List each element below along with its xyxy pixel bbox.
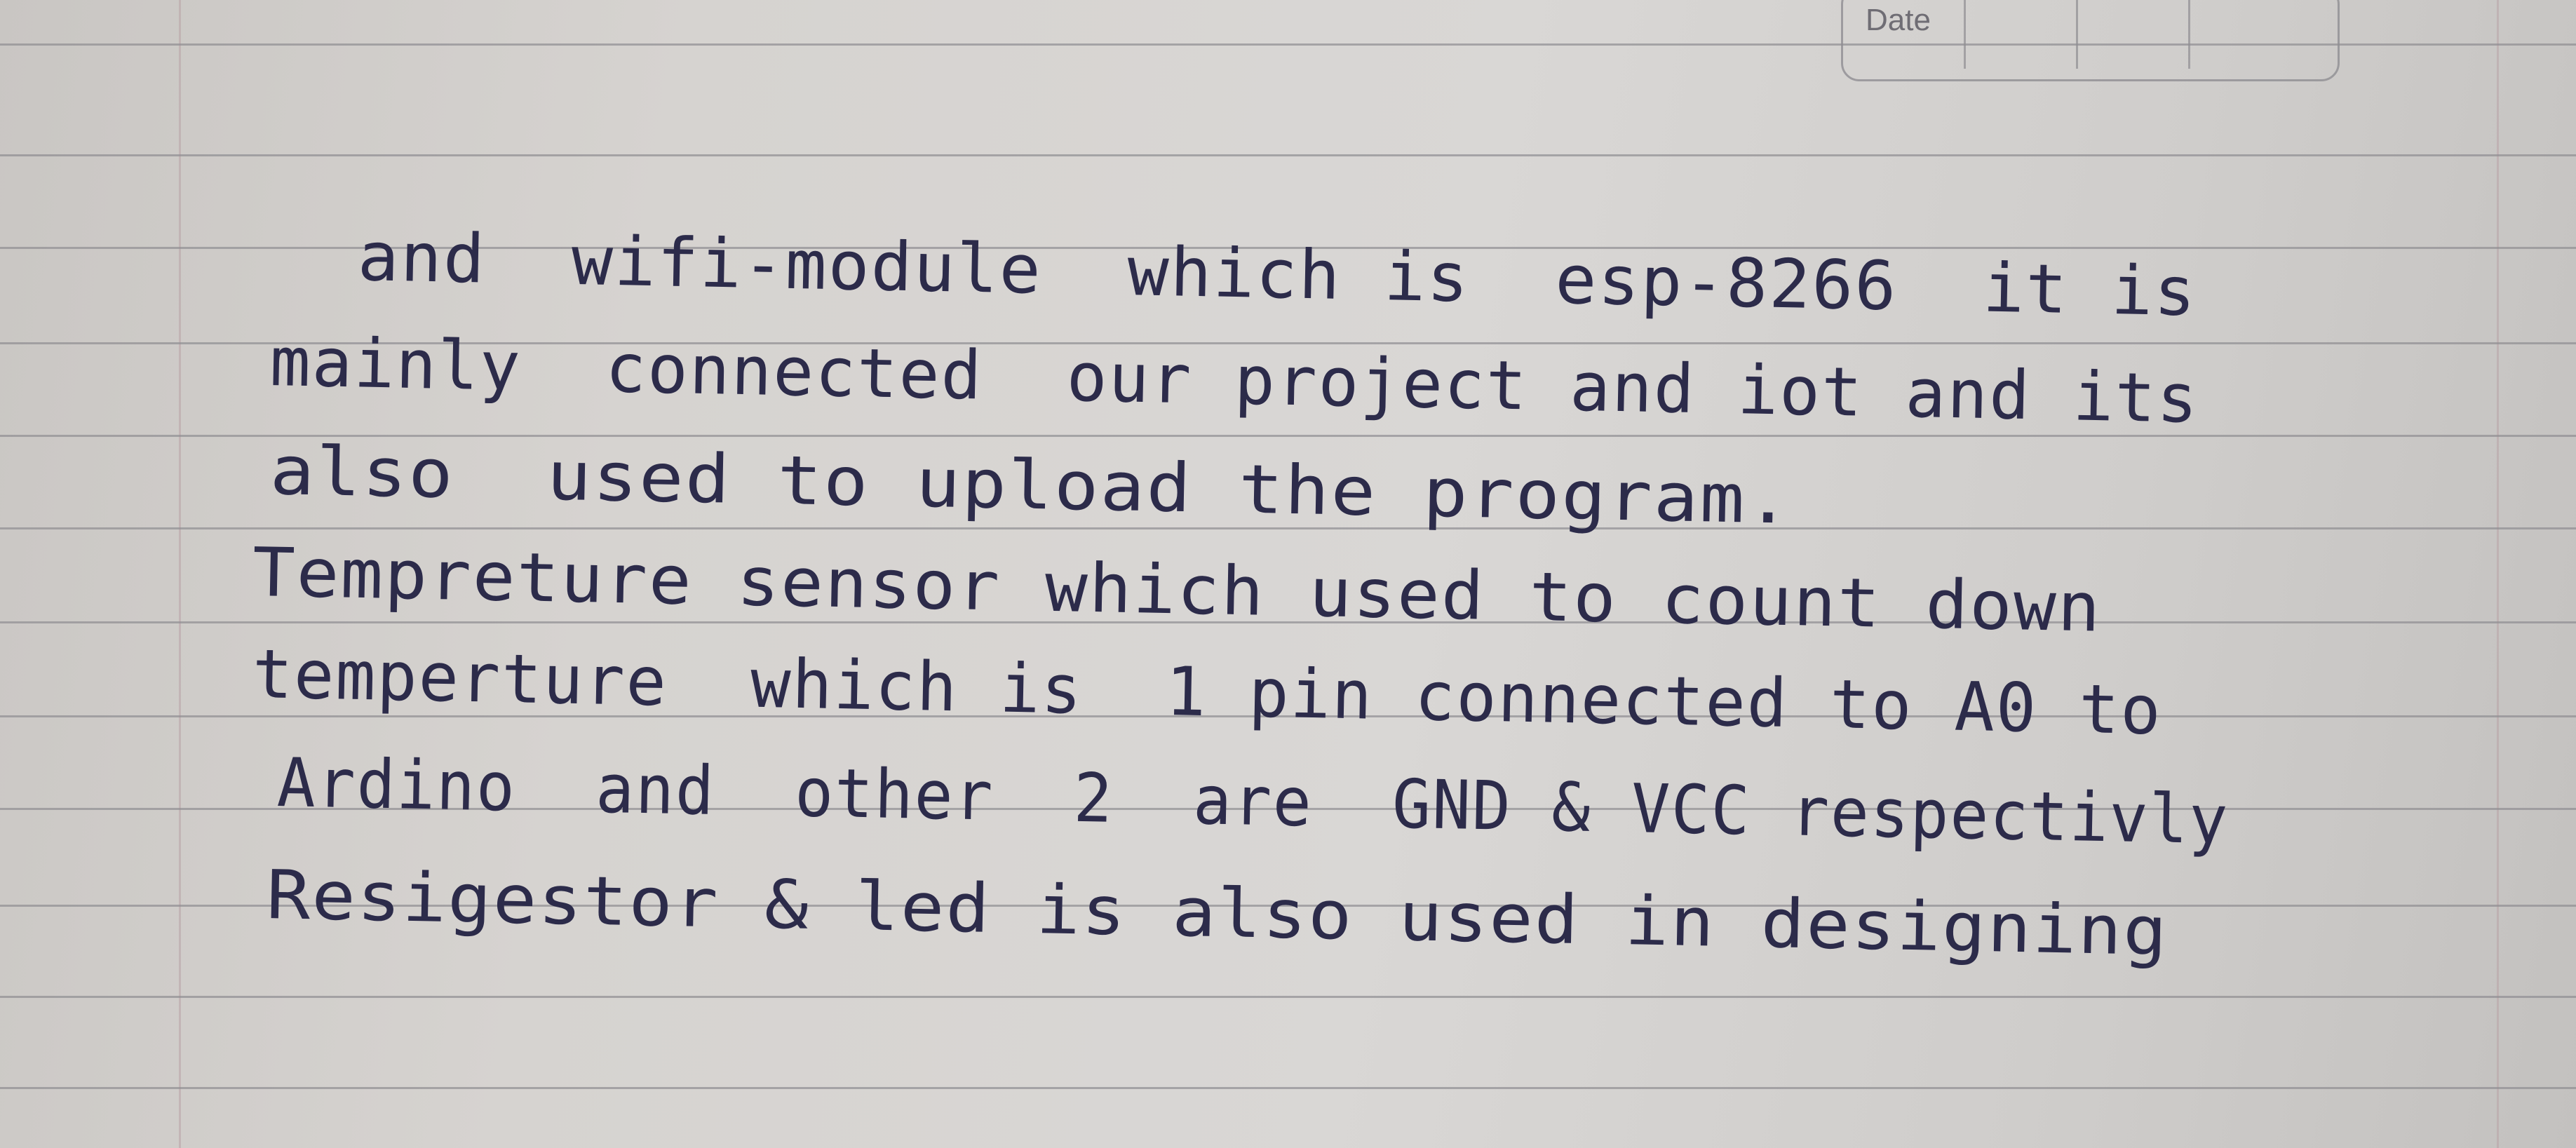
handwritten-line-1: and wifi-module which is esp-8266 it is <box>356 217 2198 332</box>
ruled-line <box>0 154 2576 156</box>
right-margin-line <box>2497 0 2499 1148</box>
handwritten-line-6: Ardino and other 2 are GND & VCC respect… <box>276 743 2230 860</box>
left-margin-line <box>179 0 181 1148</box>
date-box-divider <box>1964 0 1966 69</box>
handwritten-line-5: temperture which is 1 pin connected to A… <box>251 635 2163 750</box>
ruled-line <box>0 996 2576 998</box>
ruled-line <box>0 1087 2576 1089</box>
notebook-page: Date and wifi-module which is esp-8266 i… <box>0 0 2576 1148</box>
date-box-divider <box>2076 0 2078 69</box>
handwritten-line-7: Resigestor & led is also used in designi… <box>265 856 2169 971</box>
handwritten-line-3: also used to upload the program. <box>269 431 1793 539</box>
date-label: Date <box>1866 3 1931 37</box>
handwritten-line-2: mainly connected our project and iot and… <box>269 323 2200 438</box>
handwritten-line-4: Tempreture sensor which used to count do… <box>251 533 2103 647</box>
date-box-divider <box>2188 0 2190 69</box>
